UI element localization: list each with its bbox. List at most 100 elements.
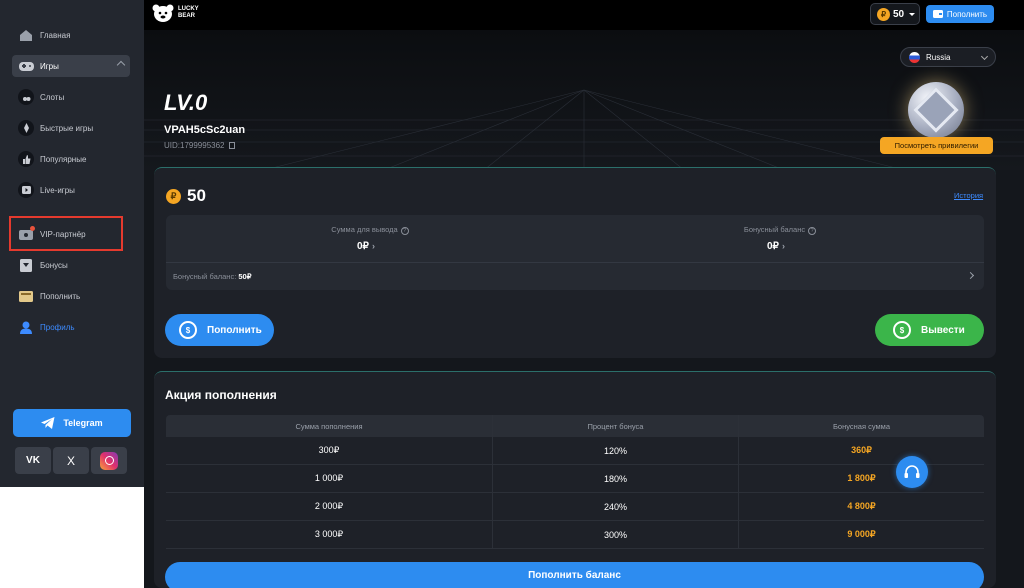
withdraw-button[interactable]: $ Вывести: [875, 314, 984, 346]
gamepad-icon: [18, 58, 34, 74]
app-root: Главная Игры Слоты Быстрые игры Популярн…: [0, 0, 1024, 588]
sidebar-item-label: Игры: [40, 61, 59, 71]
thumbs-up-icon: [18, 151, 34, 167]
bonus-balance-label-text: Бонусный баланс: [743, 225, 806, 234]
withdraw-button-label: Вывести: [921, 324, 965, 336]
x-icon: X: [66, 453, 75, 468]
withdraw-amount-label-text: Сумма для вывода: [331, 225, 398, 234]
help-icon[interactable]: ?: [808, 227, 817, 235]
chevron-down-icon: [980, 52, 989, 61]
bonus-balance-value[interactable]: 0₽ ›: [767, 241, 785, 252]
divider: [166, 262, 984, 263]
promo-table: Сумма пополнения Процент бонуса Бонусная…: [166, 415, 984, 549]
language-label: Russia: [926, 52, 951, 62]
caret-down-icon: [909, 12, 916, 16]
russia-flag-icon: [909, 51, 920, 63]
promo-title: Акция пополнения: [165, 388, 277, 402]
sidebar-item-profile[interactable]: Профиль: [12, 316, 130, 338]
language-selector[interactable]: Russia: [900, 47, 996, 67]
gift-icon: [18, 257, 34, 273]
wallet-summary: [166, 215, 984, 290]
user-id-text: UID:1799995362: [164, 141, 225, 150]
table-cell: 3 000₽: [166, 521, 493, 548]
sidebar-item-slots[interactable]: Слоты: [12, 86, 130, 108]
sidebar-item-quick-games[interactable]: Быстрые игры: [12, 117, 130, 139]
instagram-button[interactable]: [91, 447, 127, 474]
sidebar-item-label: Профиль: [40, 322, 75, 332]
bonus-balance-row[interactable]: Бонусный баланс: 50₽: [173, 272, 252, 281]
vk-button[interactable]: VK: [15, 447, 51, 474]
table-header: Сумма пополнения Процент бонуса Бонусная…: [166, 415, 984, 437]
header-topup-button[interactable]: Пополнить: [926, 5, 994, 23]
sidebar-item-label: Бонусы: [40, 260, 68, 270]
deposit-button[interactable]: $ Пополнить: [165, 314, 274, 346]
user-id: UID:1799995362: [164, 141, 235, 150]
wallet-icon: [932, 10, 943, 18]
instagram-icon: [100, 451, 118, 470]
ruble-coin-icon: ₽: [877, 7, 890, 21]
table-cell: 4 800₽: [847, 501, 876, 511]
telegram-icon: [41, 417, 55, 429]
vk-icon: VK: [26, 455, 40, 466]
balance-dropdown[interactable]: ₽ 50: [870, 3, 920, 25]
sidebar-item-label: Популярные: [40, 154, 87, 164]
chevron-right-icon: ›: [371, 241, 375, 251]
sidebar-item-games[interactable]: Игры: [12, 55, 130, 77]
telegram-label: Telegram: [63, 418, 103, 428]
wallet-balance-value: 50: [187, 186, 206, 205]
sidebar-item-home[interactable]: Главная: [12, 24, 130, 46]
table-row: 3 000₽ 300% 9 000₽: [166, 521, 984, 549]
topup-balance-button[interactable]: Пополнить баланс: [165, 562, 984, 588]
vip-level: LV.0: [164, 90, 208, 115]
table-row: 2 000₽ 240% 4 800₽: [166, 493, 984, 521]
x-button[interactable]: X: [53, 447, 89, 474]
sidebar-item-live-games[interactable]: Live-игры: [12, 179, 130, 201]
sidebar-item-label: Слоты: [40, 92, 65, 102]
notification-dot: [30, 226, 35, 231]
home-icon: [18, 27, 34, 43]
bonus-line-value: 50₽: [238, 272, 252, 281]
sidebar-item-label: Главная: [40, 30, 71, 40]
cherry-icon: [18, 89, 34, 105]
user-icon: [18, 319, 34, 335]
table-cell: 2 000₽: [166, 493, 493, 520]
sidebar-item-bonuses[interactable]: Бонусы: [12, 254, 130, 276]
help-icon[interactable]: ?: [400, 227, 409, 235]
chevron-right-icon: ›: [781, 241, 785, 251]
wallet-icon: [18, 288, 34, 304]
bonus-line-label: Бонусный баланс:: [173, 272, 237, 281]
table-cell: 180%: [493, 465, 739, 492]
wallet-balance: ₽ 50: [166, 186, 206, 206]
table-cell: 120%: [493, 437, 739, 464]
sidebar-item-label: Пополнить: [40, 291, 81, 301]
sidebar-item-label: Live-игры: [40, 185, 75, 195]
bonus-balance-text: 0₽: [767, 241, 779, 252]
withdraw-amount-label: Сумма для вывода?: [300, 225, 440, 235]
bonus-balance-label: Бонусный баланс?: [710, 225, 850, 235]
dollar-icon: $: [893, 321, 911, 339]
table-cell: 300%: [493, 521, 739, 548]
header-topup-label: Пополнить: [946, 9, 988, 19]
copy-icon[interactable]: [228, 142, 235, 150]
header-balance: 50: [893, 8, 905, 20]
withdraw-amount-value[interactable]: 0₽ ›: [357, 241, 375, 252]
highlight-box: [9, 216, 123, 251]
telegram-button[interactable]: Telegram: [13, 409, 131, 437]
logo[interactable]: LUCKY BEAR: [152, 4, 199, 22]
column-header: Бонусная сумма: [832, 421, 890, 431]
table-cell: 360₽: [851, 445, 872, 455]
logo-line2: BEAR: [178, 13, 196, 19]
sidebar-item-popular[interactable]: Популярные: [12, 148, 130, 170]
rocket-icon: [18, 120, 34, 136]
support-chat-button[interactable]: [896, 456, 928, 488]
bear-logo-icon: [152, 4, 174, 22]
sidebar-item-label: Быстрые игры: [40, 123, 94, 133]
history-link[interactable]: История: [954, 191, 983, 200]
table-cell: 9 000₽: [847, 529, 876, 539]
username: VPAH5cSc2uan: [164, 124, 246, 136]
dollar-icon: $: [179, 321, 197, 339]
table-cell: 1 000₽: [166, 465, 493, 492]
vip-medal-icon: [908, 82, 964, 138]
view-privileges-button[interactable]: Посмотреть привилегии: [880, 137, 993, 154]
sidebar-item-deposit[interactable]: Пополнить: [12, 285, 130, 307]
